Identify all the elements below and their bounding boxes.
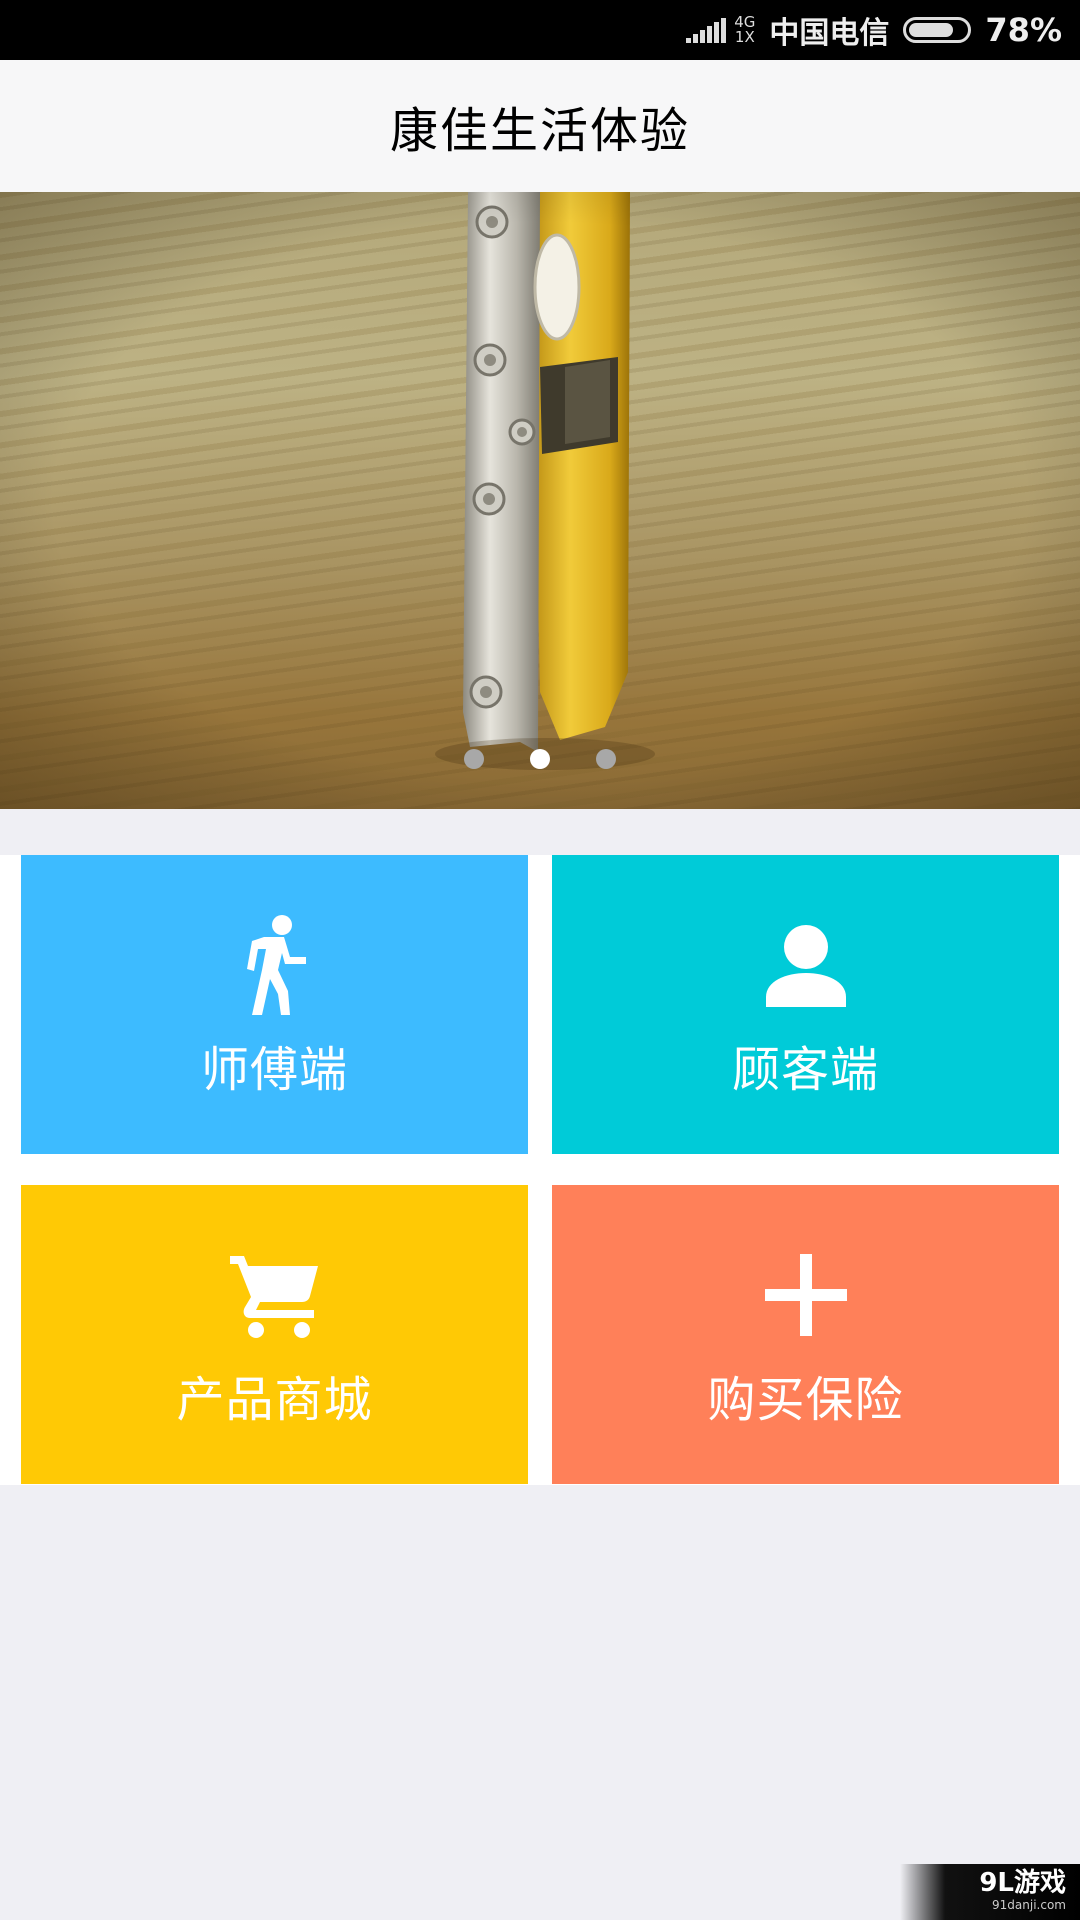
carrier-name: 中国电信 <box>769 16 890 51</box>
status-indicators: 4G 1X 中国电信 78% <box>686 0 1062 60</box>
watermark: 9L游戏 91danji.com <box>900 1864 1080 1920</box>
carousel-dot[interactable] <box>530 749 550 769</box>
banner-image <box>0 192 1080 809</box>
tile-label: 购买保险 <box>707 1371 904 1428</box>
watermark-url: 91danji.com <box>992 1898 1066 1912</box>
walking-person-icon <box>240 910 310 1020</box>
tile-label: 顾客端 <box>731 1041 879 1098</box>
carousel-dot[interactable] <box>464 749 484 769</box>
app-header: 康佳生活体验 <box>0 60 1080 192</box>
tile-label: 产品商城 <box>176 1371 373 1428</box>
plus-icon <box>764 1240 847 1350</box>
page-title: 康佳生活体验 <box>389 103 690 159</box>
signal-icon <box>686 18 727 43</box>
battery-percent: 78% <box>985 11 1062 49</box>
network-type-bottom: 1X <box>734 28 755 46</box>
battery-icon <box>903 17 972 43</box>
watermark-logo: 9L游戏 <box>979 1868 1066 1898</box>
banner-carousel[interactable] <box>0 192 1080 809</box>
customer-portal-button[interactable]: 顾客端 <box>552 855 1059 1154</box>
buy-insurance-button[interactable]: 购买保险 <box>552 1185 1059 1484</box>
signal-indicator: 4G 1X <box>686 15 755 45</box>
person-icon <box>764 910 848 1020</box>
status-bar: 4G 1X 中国电信 78% <box>0 0 1080 60</box>
battery-fill <box>909 23 954 37</box>
tile-label: 师傅端 <box>200 1041 348 1098</box>
menu-grid: 师傅端 顾客端 产品商城 购买保险 <box>0 855 1080 1485</box>
product-mall-button[interactable]: 产品商城 <box>21 1185 528 1484</box>
carousel-indicators <box>0 749 1080 771</box>
shopping-cart-icon <box>229 1240 320 1350</box>
carousel-dot[interactable] <box>596 749 616 769</box>
master-portal-button[interactable]: 师傅端 <box>21 855 528 1154</box>
network-type: 4G 1X <box>734 15 755 45</box>
